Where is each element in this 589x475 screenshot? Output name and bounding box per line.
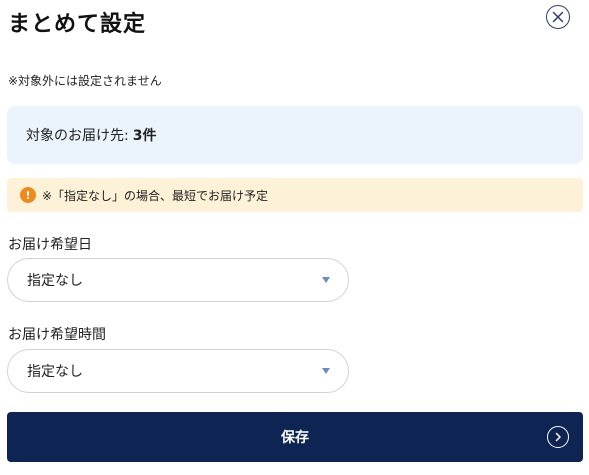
dialog-title: まとめて設定 (8, 11, 147, 37)
save-button-label: 保存 (281, 430, 309, 446)
save-button[interactable]: 保存 (7, 412, 583, 462)
target-count-box: 対象のお届け先: 3件 (7, 106, 583, 164)
delivery-time-label: お届け希望時間 (8, 327, 106, 343)
dropdown-arrow-icon (322, 368, 330, 374)
delivery-time-select[interactable]: 指定なし (7, 349, 349, 393)
exclusion-note: ※対象外には設定されません (8, 74, 162, 88)
delivery-date-select[interactable]: 指定なし (7, 258, 349, 302)
warning-icon: ! (20, 187, 36, 203)
target-count-value: 3件 (132, 128, 157, 144)
target-count-label: 対象のお届け先: (26, 128, 129, 144)
close-icon (552, 11, 564, 23)
dropdown-arrow-icon (322, 277, 330, 283)
warning-text: ※「指定なし」の場合、最短でお届け予定 (42, 188, 269, 203)
delivery-time-value: 指定なし (27, 364, 83, 380)
delivery-date-value: 指定なし (27, 273, 83, 289)
chevron-right-circle-icon (547, 426, 569, 448)
delivery-date-label: お届け希望日 (8, 237, 92, 253)
close-button[interactable] (546, 5, 570, 29)
warning-banner: ! ※「指定なし」の場合、最短でお届け予定 (7, 178, 583, 212)
